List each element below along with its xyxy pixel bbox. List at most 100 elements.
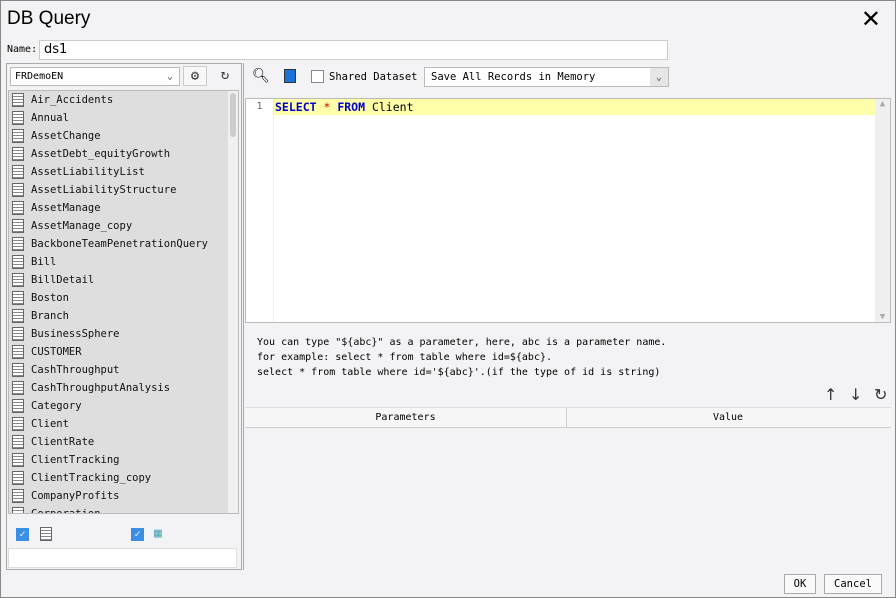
table-list-item[interactable]: ClientTracking <box>9 451 238 469</box>
table-icon <box>12 165 24 179</box>
value-header: Value <box>712 412 744 423</box>
sql-editor[interactable]: 1 SELECT * FROM Client ▲ ▼ <box>245 98 891 323</box>
table-icon <box>12 273 24 287</box>
table-icon <box>12 489 24 503</box>
table-list-item[interactable]: BillDetail <box>9 271 238 289</box>
view-icon: ▦ <box>154 526 162 541</box>
cancel-button[interactable]: Cancel <box>824 574 882 594</box>
editor-scrollbar[interactable]: ▲ ▼ <box>875 99 890 322</box>
table-icon <box>12 363 24 377</box>
close-icon[interactable]: ✕ <box>861 5 881 33</box>
sql-table: Client <box>365 100 414 114</box>
table-list-item[interactable]: CashThroughput <box>9 361 238 379</box>
show-views-checkbox[interactable]: ✓ <box>131 528 144 541</box>
memory-mode-select[interactable]: Save All Records in Memory ⌄ <box>424 67 669 87</box>
refresh-button[interactable]: ↻ <box>213 66 237 86</box>
table-name: Air_Accidents <box>31 94 114 106</box>
table-icon <box>12 147 24 161</box>
table-name: Category <box>31 400 82 412</box>
table-icon <box>12 255 24 269</box>
parameters-table: Parameters Value <box>245 407 891 569</box>
table-icon <box>12 291 24 305</box>
table-list-item[interactable]: Category <box>9 397 238 415</box>
sql-line[interactable]: SELECT * FROM Client <box>274 99 877 115</box>
ok-button[interactable]: OK <box>784 574 816 594</box>
database-select[interactable]: FRDemoEN ⌄ <box>10 67 180 86</box>
move-down-icon[interactable]: ↓ <box>849 385 862 404</box>
table-name: Branch <box>31 310 69 322</box>
table-name: CashThroughputAnalysis <box>31 382 171 394</box>
table-icon <box>12 453 24 467</box>
table-search-input[interactable] <box>8 548 237 568</box>
preview-icon[interactable]: 🔍︎ <box>252 68 270 84</box>
line-gutter: 1 <box>246 99 274 322</box>
dialog-title: DB Query <box>7 8 91 29</box>
connection-edit-button[interactable]: ⚙ <box>183 66 207 86</box>
table-list-item[interactable]: Client <box>9 415 238 433</box>
table-list-item[interactable]: AssetLiabilityStructure <box>9 181 238 199</box>
table-name: CashThroughput <box>31 364 120 376</box>
table-name: Bill <box>31 256 57 268</box>
table-panel: FRDemoEN ⌄ ⚙ ↻ Air_Accidents Annual AssetCh… <box>6 63 242 570</box>
name-input[interactable]: ds1 <box>39 40 668 60</box>
table-list-item[interactable]: AssetManage_copy <box>9 217 238 235</box>
table-icon <box>12 471 24 485</box>
table-name: AssetChange <box>31 130 101 142</box>
query-panel: 🔍︎ Shared Dataset Save All Records in Me… <box>243 63 892 570</box>
table-list-item[interactable]: CashThroughputAnalysis <box>9 379 238 397</box>
memory-mode-value: Save All Records in Memory <box>431 71 596 83</box>
table-list-item[interactable]: Boston <box>9 289 238 307</box>
table-list-item[interactable]: CompanyProfits <box>9 487 238 505</box>
table-list-item[interactable]: AssetChange <box>9 127 238 145</box>
sql-star: * <box>316 100 338 114</box>
table-list-item[interactable]: Annual <box>9 109 238 127</box>
shared-dataset-checkbox[interactable]: Shared Dataset <box>311 70 418 83</box>
table-icon <box>12 111 24 125</box>
hint-line: You can type "${abc}" as a parameter, he… <box>257 337 667 348</box>
table-icon <box>12 327 24 341</box>
table-list-item[interactable]: BackboneTeamPenetrationQuery <box>9 235 238 253</box>
sql-keyword: FROM <box>337 100 366 114</box>
save-icon[interactable] <box>284 69 296 83</box>
table-list-item[interactable]: BusinessSphere <box>9 325 238 343</box>
table-list-item[interactable]: ClientRate <box>9 433 238 451</box>
table-name: ClientRate <box>31 436 95 448</box>
table-list-item[interactable]: CUSTOMER <box>9 343 238 361</box>
table-name: ClientTracking <box>31 454 120 466</box>
table-list-item[interactable]: AssetDebt_equityGrowth <box>9 145 238 163</box>
table-list-item[interactable]: AssetLiabilityList <box>9 163 238 181</box>
name-label: Name: <box>7 44 38 55</box>
table-list-item[interactable]: Corporation <box>9 505 238 513</box>
table-list-scrollbar[interactable] <box>228 91 238 513</box>
table-list-item[interactable]: Bill <box>9 253 238 271</box>
shared-dataset-label: Shared Dataset <box>329 70 418 83</box>
table-name: AssetManage <box>31 202 101 214</box>
table-list-item[interactable]: ClientTracking_copy <box>9 469 238 487</box>
table-list-item[interactable]: AssetManage <box>9 199 238 217</box>
move-up-icon[interactable]: ↑ <box>824 385 837 404</box>
table-name: ClientTracking_copy <box>31 472 152 484</box>
table-name: Annual <box>31 112 69 124</box>
table-name: CompanyProfits <box>31 490 120 502</box>
table-icon <box>12 219 24 233</box>
table-icon <box>12 183 24 197</box>
parameter-hint: You can type "${abc}" as a parameter, he… <box>257 335 666 380</box>
table-name: AssetLiabilityStructure <box>31 184 177 196</box>
table-icon <box>12 309 24 323</box>
database-value: FRDemoEN <box>15 71 64 82</box>
table-icon <box>12 399 24 413</box>
table-icon <box>12 129 24 143</box>
table-icon <box>12 381 24 395</box>
table-list-item[interactable]: Branch <box>9 307 238 325</box>
table-icon <box>12 201 24 215</box>
table-name: Boston <box>31 292 69 304</box>
table-name: BusinessSphere <box>31 328 120 340</box>
parameters-header: Parameters <box>245 408 567 427</box>
table-name: AssetLiabilityList <box>31 166 145 178</box>
table-name: BillDetail <box>31 274 95 286</box>
show-tables-checkbox[interactable]: ✓ <box>16 528 29 541</box>
hint-line: select * from table where id='${abc}'.(i… <box>257 367 661 378</box>
refresh-parameters-icon[interactable]: ↻ <box>874 385 887 404</box>
table-name: Client <box>31 418 69 430</box>
table-list-item[interactable]: Air_Accidents <box>9 91 238 109</box>
